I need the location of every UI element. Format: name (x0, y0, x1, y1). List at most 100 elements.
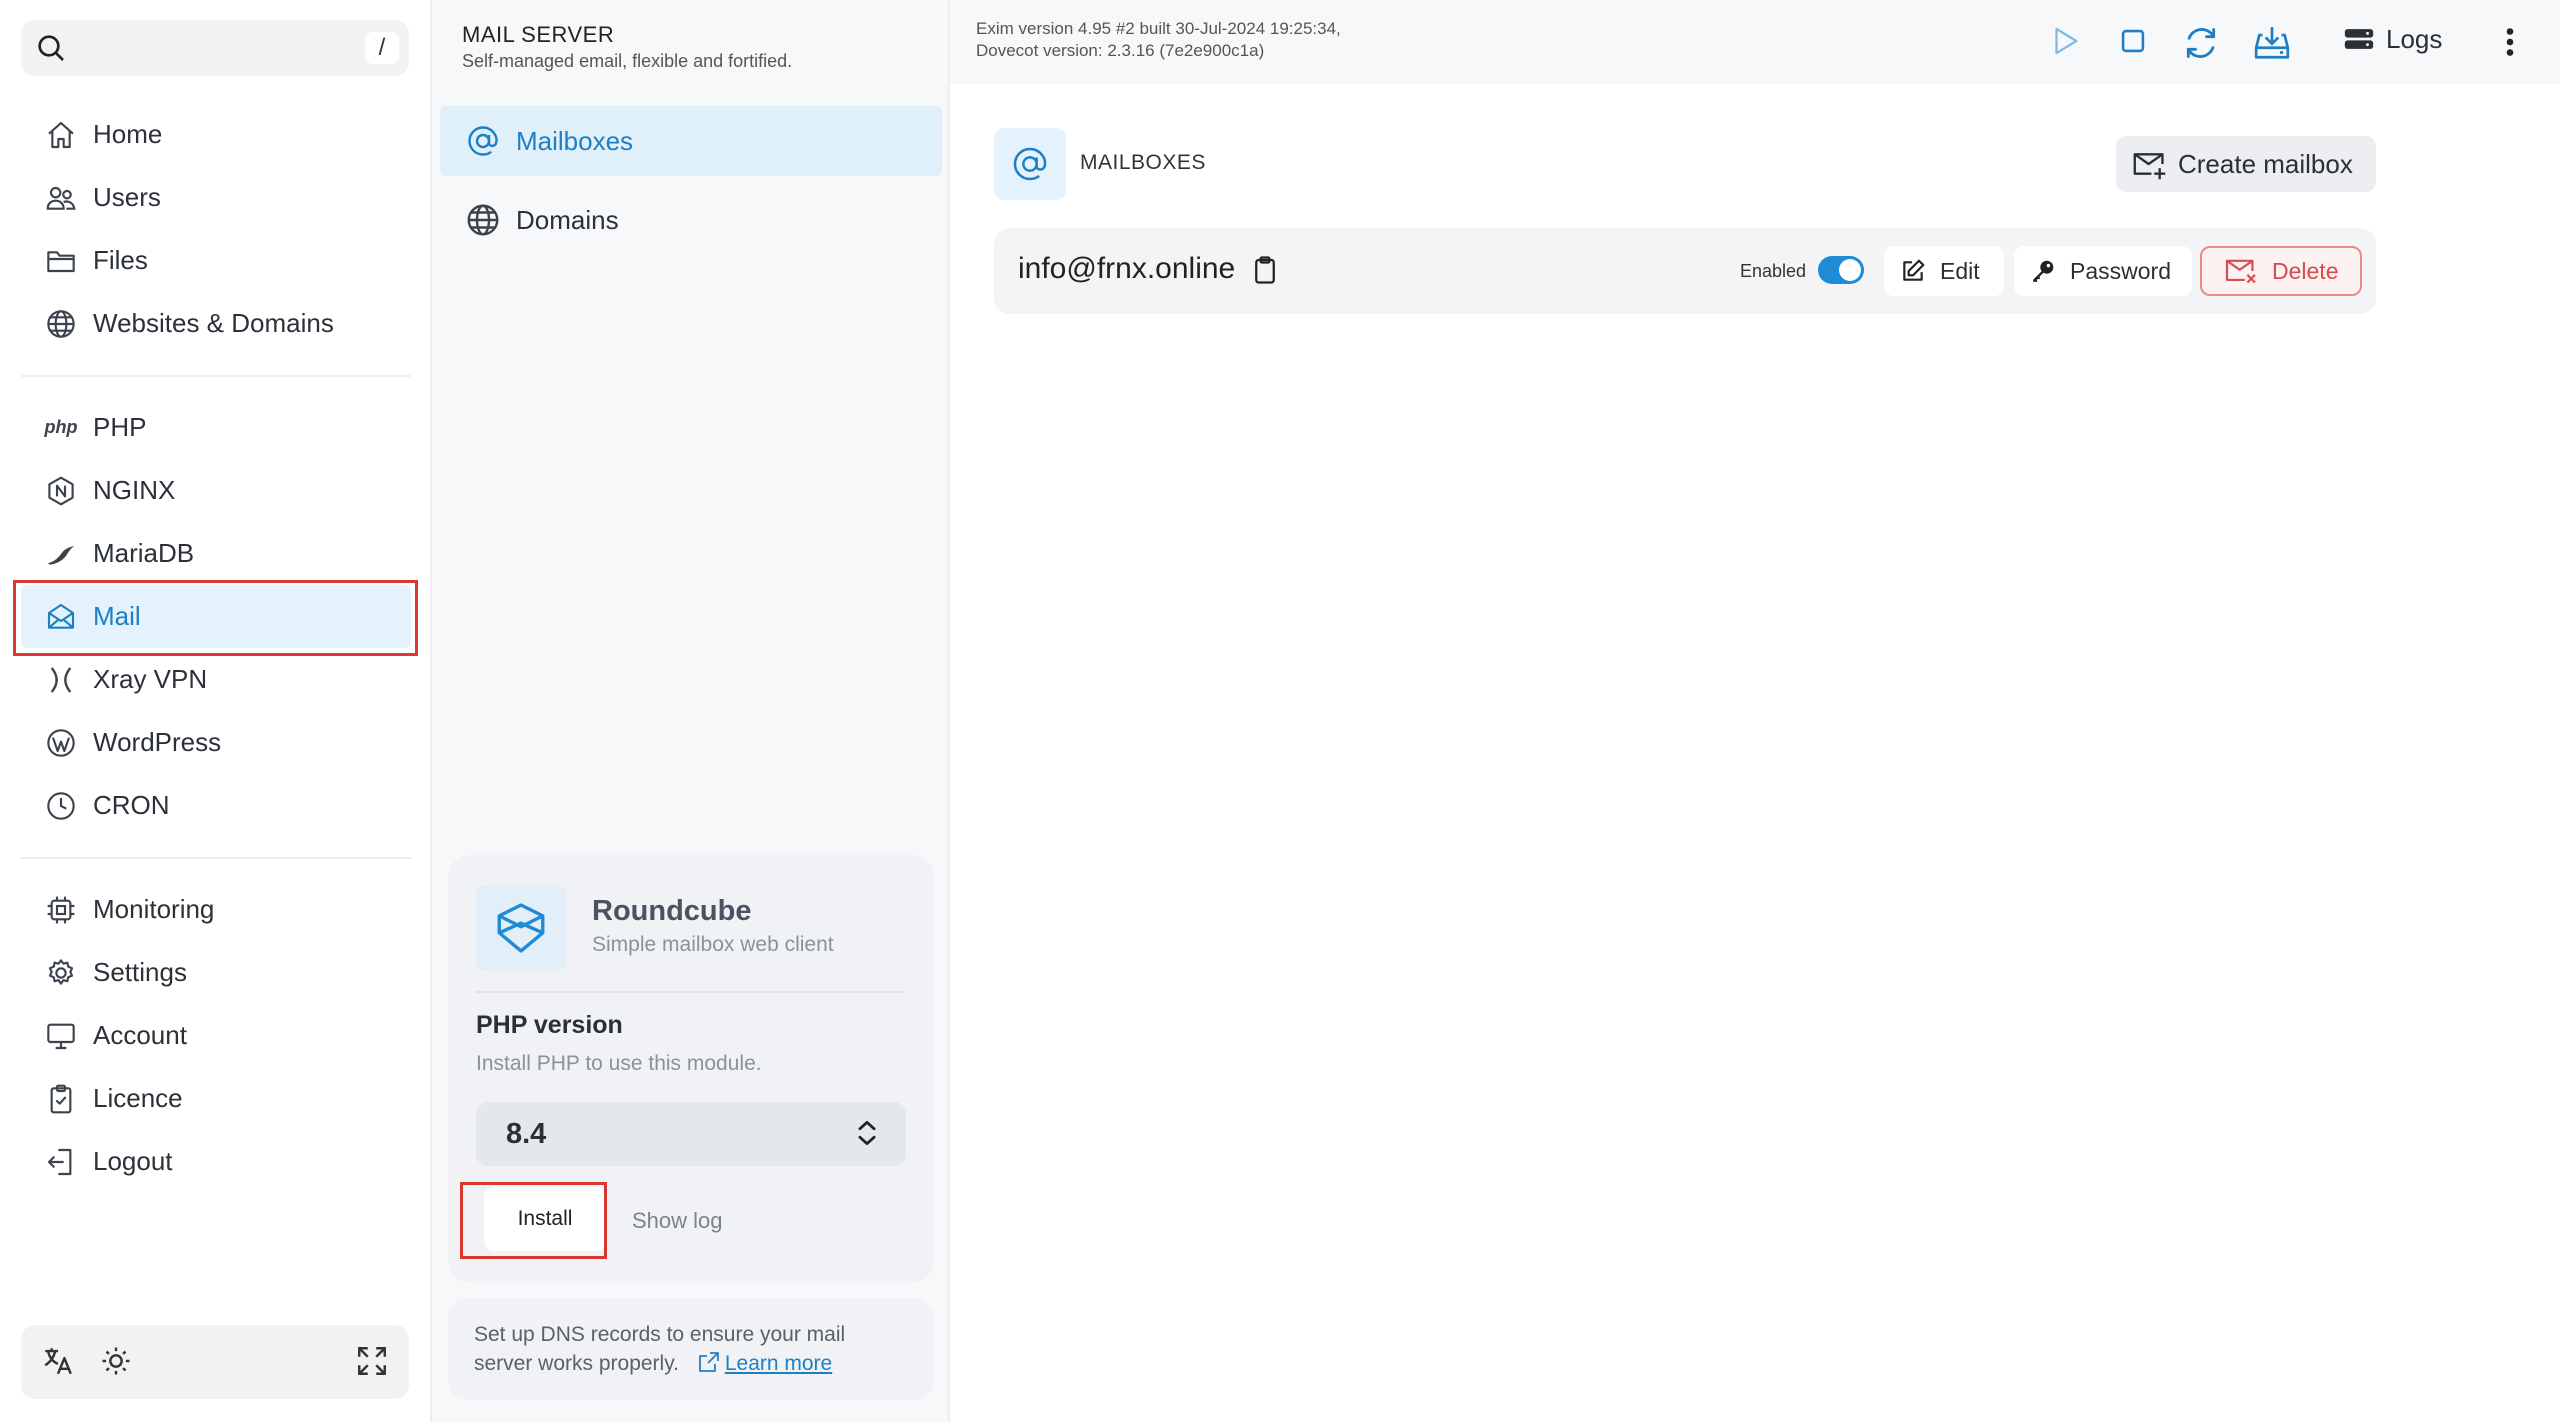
install-download-icon[interactable] (2252, 24, 2292, 62)
sidebar-item-files[interactable]: Files (21, 229, 411, 292)
sidebar-item-label: Mail (93, 601, 141, 631)
show-log-button[interactable]: Show log (632, 1208, 723, 1234)
version-info: Exim version 4.95 #2 built 30-Jul-2024 1… (976, 18, 1341, 62)
wordpress-icon (43, 725, 79, 761)
sidebar-item-home[interactable]: Home (21, 103, 411, 166)
search-input[interactable]: / (21, 20, 409, 76)
sidebar-item-xray-vpn[interactable]: Xray VPN (21, 648, 411, 711)
edit-label: Edit (1940, 257, 1980, 284)
sidebar-item-nginx[interactable]: NGINX (21, 459, 411, 522)
search-icon (35, 32, 67, 64)
module-nav-mailboxes[interactable]: Mailboxes (440, 106, 942, 176)
sidebar-item-wordpress[interactable]: WordPress (21, 711, 411, 774)
top-bar: Exim version 4.95 #2 built 30-Jul-2024 1… (950, 0, 2560, 84)
clock-icon (43, 788, 79, 824)
mariadb-icon (43, 536, 79, 572)
stop-icon[interactable] (2116, 24, 2150, 58)
external-link-icon (697, 1350, 721, 1374)
sidebar-item-account[interactable]: Account (21, 1004, 411, 1067)
users-icon (43, 180, 79, 216)
refresh-icon[interactable] (2182, 24, 2220, 62)
main-sidebar: / Home Users Files Websites & Domains ph… (0, 0, 432, 1422)
create-mailbox-label: Create mailbox (2178, 148, 2353, 179)
translate-icon[interactable] (41, 1344, 75, 1378)
sidebar-item-cron[interactable]: CRON (21, 774, 411, 837)
logs-button[interactable]: Logs (2342, 22, 2442, 56)
module-nav-domains[interactable]: Domains (440, 185, 942, 255)
sidebar-item-mariadb[interactable]: MariaDB (21, 522, 411, 585)
php-version-value: 8.4 (506, 1118, 547, 1150)
enabled-toggle[interactable] (1818, 256, 1864, 284)
logs-label: Logs (2386, 23, 2443, 54)
sidebar-item-mail[interactable]: Mail (21, 585, 411, 648)
module-nav-label: Mailboxes (516, 125, 634, 156)
mailbox-row: info@frnx.online Enabled Edit Password D… (994, 228, 2376, 314)
nav-group-general: Home Users Files Websites & Domains (21, 103, 411, 355)
sidebar-item-php[interactable]: php PHP (21, 396, 411, 459)
sidebar-footer (21, 1325, 409, 1399)
folder-icon (43, 243, 79, 279)
edit-button[interactable]: Edit (1884, 246, 2004, 296)
mail-x-icon (2224, 257, 2258, 285)
gear-icon (43, 955, 79, 991)
password-label: Password (2070, 257, 2171, 284)
more-vertical-icon[interactable] (2503, 24, 2517, 60)
chip-icon (43, 892, 79, 928)
sidebar-divider (21, 857, 411, 859)
home-icon (43, 117, 79, 153)
sidebar-item-label: Files (93, 245, 148, 275)
monitor-icon (43, 1018, 79, 1054)
dns-notice: Set up DNS records to ensure your mail s… (448, 1298, 934, 1400)
at-icon (464, 122, 502, 160)
sidebar-item-label: Users (93, 182, 161, 212)
sidebar-item-monitoring[interactable]: Monitoring (21, 878, 411, 941)
install-button[interactable]: Install (484, 1187, 606, 1251)
mailboxes-heading: MAILBOXES (1080, 151, 1206, 174)
sidebar-item-label: WordPress (93, 727, 222, 757)
module-title: MAIL SERVER (462, 22, 615, 47)
licence-icon (43, 1081, 79, 1117)
sidebar-item-logout[interactable]: Logout (21, 1130, 411, 1193)
enabled-label: Enabled (1740, 261, 1807, 281)
logout-icon (43, 1144, 79, 1180)
roundcube-description: Simple mailbox web client (592, 933, 834, 956)
sidebar-item-label: Home (93, 119, 163, 149)
clipboard-icon[interactable] (1252, 255, 1278, 285)
sidebar-item-label: Licence (93, 1083, 183, 1113)
sidebar-item-label: MariaDB (93, 538, 195, 568)
globe-icon (43, 306, 79, 342)
fullscreen-icon[interactable] (355, 1344, 389, 1378)
php-version-select[interactable]: 8.4 (476, 1102, 906, 1166)
php-icon: php (44, 417, 78, 437)
server-logs-icon (2342, 22, 2376, 56)
sidebar-item-label: Settings (93, 957, 187, 987)
nginx-icon (43, 473, 79, 509)
sidebar-item-websites[interactable]: Websites & Domains (21, 292, 411, 355)
nav-group-system: Monitoring Settings Account Licence Logo… (21, 878, 411, 1193)
php-version-label: PHP version (476, 1011, 623, 1039)
sidebar-item-settings[interactable]: Settings (21, 941, 411, 1004)
mail-plus-icon (2132, 147, 2168, 181)
sidebar-item-label: Monitoring (93, 894, 215, 924)
theme-sun-icon[interactable] (99, 1344, 133, 1378)
dovecot-version: Dovecot version: 2.3.16 (7e2e900c1a) (976, 41, 1265, 60)
mailbox-email: info@frnx.online (1018, 252, 1236, 285)
nav-group-services: php PHP NGINX MariaDB Mail Xray VPN Word… (21, 396, 411, 837)
roundcube-card: Roundcube Simple mailbox web client PHP … (448, 855, 934, 1283)
password-button[interactable]: Password (2014, 246, 2192, 296)
module-nav-label: Domains (516, 204, 619, 235)
key-icon (2030, 258, 2056, 284)
sidebar-item-label: Xray VPN (93, 664, 208, 694)
sidebar-item-label: Account (93, 1020, 187, 1050)
play-icon[interactable] (2048, 24, 2082, 58)
sidebar-item-label: NGINX (93, 475, 176, 505)
php-version-hint: Install PHP to use this module. (476, 1052, 762, 1075)
sidebar-item-licence[interactable]: Licence (21, 1067, 411, 1130)
delete-button[interactable]: Delete (2200, 246, 2362, 296)
sidebar-item-users[interactable]: Users (21, 166, 411, 229)
learn-more-link[interactable]: Learn more (725, 1352, 832, 1375)
create-mailbox-button[interactable]: Create mailbox (2116, 136, 2376, 192)
globe-icon (464, 201, 502, 239)
sidebar-item-label: PHP (93, 412, 147, 442)
chevron-updown-icon (850, 1116, 884, 1150)
